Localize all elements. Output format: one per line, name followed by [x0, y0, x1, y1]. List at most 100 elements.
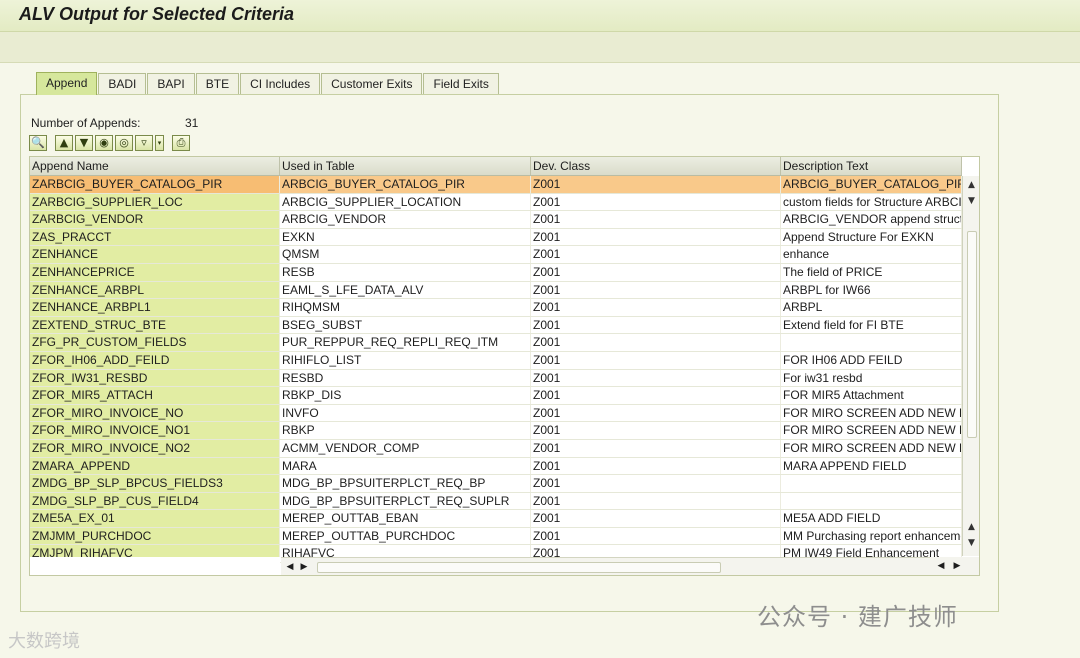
cell-used-in-table[interactable]: RESBD: [280, 369, 531, 387]
table-row[interactable]: ZARBCIG_BUYER_CATALOG_PIR ARBCIG_BUYER_CA…: [30, 176, 962, 194]
cell-description-text[interactable]: [781, 492, 962, 510]
filter-dropdown-icon[interactable]: ▾: [155, 134, 164, 151]
table-row[interactable]: ZME5A_EX_01 MEREP_OUTTAB_EBAN Z001 ME5A ADD…: [30, 510, 962, 528]
cell-append-name[interactable]: ZMJMM_PURCHDOC: [30, 527, 280, 545]
tab-ci-includes[interactable]: CI Includes: [240, 73, 321, 94]
cell-description-text[interactable]: ARBCIG_BUYER_CATALOG_PIR a: [781, 176, 962, 193]
cell-description-text[interactable]: FOR IH06 ADD FEILD: [781, 351, 962, 369]
filter-icon[interactable]: ▿: [135, 134, 153, 151]
print-icon[interactable]: ⎙: [172, 134, 190, 151]
cell-description-text[interactable]: MM Purchasing report enhanceme: [781, 527, 962, 545]
table-row[interactable]: ZFOR_MIRO_INVOICE_NO2 ACMM_VENDOR_COMP Z00…: [30, 439, 962, 458]
cell-used-in-table[interactable]: EAML_S_LFE_DATA_ALV: [280, 281, 531, 299]
cell-append-name[interactable]: ZENHANCEPRICE: [30, 263, 280, 281]
tab-append[interactable]: Append: [36, 72, 98, 95]
cell-append-name[interactable]: ZENHANCE_ARBPL1: [30, 299, 280, 316]
cell-dev-class[interactable]: Z001: [531, 369, 781, 387]
cell-dev-class[interactable]: Z001: [531, 387, 781, 404]
vertical-scrollbar[interactable]: ▲ ▼ ▲ ▼: [962, 176, 979, 556]
table-row[interactable]: ZFOR_MIRO_INVOICE_NO INVFO Z001 FOR MIRO SC…: [30, 404, 962, 423]
cell-append-name[interactable]: ZMARA_APPEND: [30, 457, 280, 475]
cell-dev-class[interactable]: Z001: [531, 334, 781, 351]
cell-description-text[interactable]: FOR MIRO SCREEN ADD NEW FIE: [781, 439, 962, 457]
cell-description-text[interactable]: ARBPL: [781, 299, 962, 316]
cell-append-name[interactable]: ZARBCIG_BUYER_CATALOG_PIR: [30, 176, 280, 193]
column-header-append-name[interactable]: Append Name: [30, 157, 280, 175]
cell-description-text[interactable]: enhance: [781, 246, 962, 263]
table-row[interactable]: ZAS_PRACCT EXKN Z001 Append Structure For E…: [30, 228, 962, 247]
table-row[interactable]: ZEXTEND_STRUC_BTE BSEG_SUBST Z001 Extend fi…: [30, 316, 962, 335]
cell-description-text[interactable]: FOR MIRO SCREEN ADD NEW FIE: [781, 422, 962, 439]
cell-append-name[interactable]: ZMDG_SLP_BP_CUS_FIELD4: [30, 492, 280, 510]
tab-customer-exits[interactable]: Customer Exits: [321, 73, 423, 94]
find-next-icon[interactable]: ◎: [115, 134, 133, 151]
scroll-page-up-icon[interactable]: ▲: [963, 520, 979, 534]
cell-used-in-table[interactable]: MDG_BP_BPSUITERPLCT_REQ_BP: [280, 475, 531, 492]
cell-description-text[interactable]: ARBCIG_VENDOR append structu: [781, 211, 962, 228]
cell-dev-class[interactable]: Z001: [531, 527, 781, 545]
cell-append-name[interactable]: ZFOR_MIRO_INVOICE_NO: [30, 404, 280, 422]
cell-used-in-table[interactable]: RIHQMSM: [280, 299, 531, 316]
cell-used-in-table[interactable]: ARBCIG_SUPPLIER_LOCATION: [280, 193, 531, 211]
vertical-scroll-thumb[interactable]: [967, 231, 977, 438]
cell-description-text[interactable]: Append Structure For EXKN: [781, 228, 962, 246]
cell-dev-class[interactable]: Z001: [531, 457, 781, 475]
details-icon[interactable]: 🔍: [29, 134, 47, 151]
scroll-down-icon[interactable]: ▼: [963, 194, 979, 208]
tab-badi[interactable]: BADI: [98, 73, 147, 94]
cell-used-in-table[interactable]: BSEG_SUBST: [280, 316, 531, 334]
cell-used-in-table[interactable]: RBKP: [280, 422, 531, 439]
cell-dev-class[interactable]: Z001: [531, 316, 781, 334]
find-icon[interactable]: ◉: [95, 134, 113, 151]
horizontal-scrollbar[interactable]: ◀ ▶: [281, 557, 962, 575]
scroll-right-icon[interactable]: ▶: [950, 557, 964, 575]
scroll-right-icon[interactable]: ▶: [297, 558, 311, 575]
cell-used-in-table[interactable]: MEREP_OUTTAB_PURCHDOC: [280, 527, 531, 545]
cell-dev-class[interactable]: Z001: [531, 510, 781, 527]
cell-append-name[interactable]: ZFOR_IH06_ADD_FEILD: [30, 351, 280, 369]
cell-dev-class[interactable]: Z001: [531, 422, 781, 439]
cell-used-in-table[interactable]: RESB: [280, 263, 531, 281]
cell-append-name[interactable]: ZFOR_MIRO_INVOICE_NO2: [30, 439, 280, 457]
table-row[interactable]: ZENHANCEPRICE RESB Z001 The field of PRICE: [30, 263, 962, 282]
cell-used-in-table[interactable]: MEREP_OUTTAB_EBAN: [280, 510, 531, 527]
cell-used-in-table[interactable]: MDG_BP_BPSUITERPLCT_REQ_SUPLR: [280, 492, 531, 510]
cell-append-name[interactable]: ZARBCIG_SUPPLIER_LOC: [30, 193, 280, 211]
cell-description-text[interactable]: custom fields for Structure ARBCI: [781, 193, 962, 211]
cell-dev-class[interactable]: Z001: [531, 475, 781, 492]
cell-dev-class[interactable]: Z001: [531, 263, 781, 281]
table-row[interactable]: ZFOR_MIR5_ATTACH RBKP_DIS Z001 FOR MIR5 Att…: [30, 387, 962, 405]
cell-used-in-table[interactable]: EXKN: [280, 228, 531, 246]
cell-description-text[interactable]: ME5A ADD FIELD: [781, 510, 962, 527]
cell-append-name[interactable]: ZME5A_EX_01: [30, 510, 280, 527]
table-row[interactable]: ZMDG_SLP_BP_CUS_FIELD4 MDG_BP_BPSUITERPLC…: [30, 492, 962, 511]
cell-used-in-table[interactable]: QMSM: [280, 246, 531, 263]
cell-description-text[interactable]: FOR MIRO SCREEN ADD NEW FIE: [781, 404, 962, 422]
scroll-left-icon[interactable]: ◀: [934, 557, 948, 575]
table-row[interactable]: ZENHANCE QMSM Z001 enhance: [30, 246, 962, 264]
cell-append-name[interactable]: ZAS_PRACCT: [30, 228, 280, 246]
sort-ascending-icon[interactable]: ▲: [55, 134, 73, 151]
table-row[interactable]: ZMDG_BP_SLP_BPCUS_FIELDS3 MDG_BP_BPSUITER…: [30, 475, 962, 493]
tab-bte[interactable]: BTE: [195, 73, 240, 94]
sort-descending-icon[interactable]: ▼: [75, 134, 93, 151]
table-row[interactable]: ZMJMM_PURCHDOC MEREP_OUTTAB_PURCHDOC Z001 M…: [30, 527, 962, 546]
tab-field-exits[interactable]: Field Exits: [423, 73, 499, 94]
cell-append-name[interactable]: ZFOR_MIR5_ATTACH: [30, 387, 280, 404]
column-header-description-text[interactable]: Description Text: [781, 157, 962, 175]
cell-append-name[interactable]: ZFOR_MIRO_INVOICE_NO1: [30, 422, 280, 439]
cell-dev-class[interactable]: Z001: [531, 492, 781, 510]
table-row[interactable]: ZARBCIG_SUPPLIER_LOC ARBCIG_SUPPLIER_LOCA…: [30, 193, 962, 212]
cell-dev-class[interactable]: Z001: [531, 211, 781, 228]
cell-append-name[interactable]: ZEXTEND_STRUC_BTE: [30, 316, 280, 334]
cell-append-name[interactable]: ZARBCIG_VENDOR: [30, 211, 280, 228]
cell-append-name[interactable]: ZMDG_BP_SLP_BPCUS_FIELDS3: [30, 475, 280, 492]
cell-used-in-table[interactable]: MARA: [280, 457, 531, 475]
cell-append-name[interactable]: ZENHANCE: [30, 246, 280, 263]
scroll-left-icon[interactable]: ◀: [283, 558, 297, 575]
table-row[interactable]: ZENHANCE_ARBPL EAML_S_LFE_DATA_ALV Z001 ARB…: [30, 281, 962, 300]
cell-description-text[interactable]: ARBPL for IW66: [781, 281, 962, 299]
cell-dev-class[interactable]: Z001: [531, 351, 781, 369]
table-row[interactable]: ZFOR_MIRO_INVOICE_NO1 RBKP Z001 FOR MIRO SC…: [30, 422, 962, 440]
cell-description-text[interactable]: [781, 475, 962, 492]
